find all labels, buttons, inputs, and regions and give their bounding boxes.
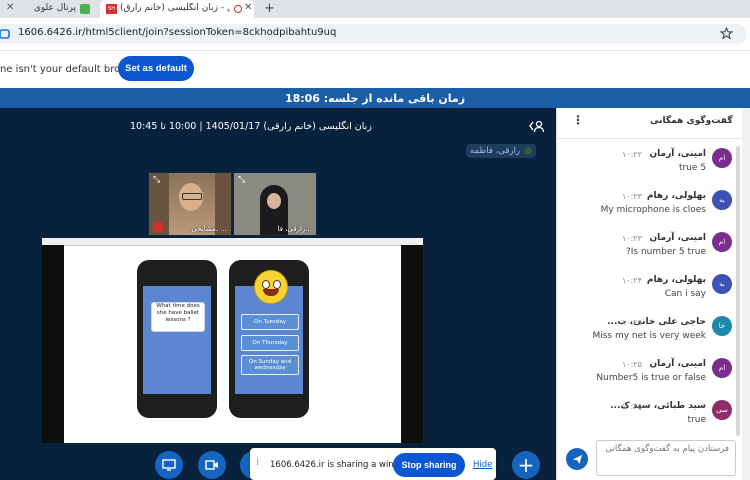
- message-time: ۱۰:۲۵: [622, 318, 642, 327]
- message-time: ۱۰:۲۵: [622, 402, 642, 411]
- session-timer-text: زمان باقی مانده از جلسه: 18:06: [284, 91, 466, 105]
- tab-title: پرتال علوی: [33, 3, 76, 13]
- user-list-toggle-icon[interactable]: [528, 119, 544, 133]
- message-time: ۱۰:۲۴: [622, 276, 642, 285]
- expand-video-icon[interactable]: ⤡: [238, 176, 245, 185]
- phone-screen: On Tuesday On Thursday On Sunday and wed…: [235, 270, 303, 394]
- slide-toolbar: [42, 238, 423, 246]
- message-text: ?Is number 5 true: [625, 247, 706, 257]
- avatar: ام: [712, 358, 732, 378]
- site-info-icon[interactable]: [0, 28, 12, 40]
- glasses-icon: [182, 193, 202, 200]
- smiley-icon: [254, 270, 288, 304]
- message-time: ۱۰:۲۳: [622, 192, 642, 201]
- message-time: ۱۰:۲۳: [622, 234, 642, 243]
- video-tile[interactable]: ⤡ رارقی، فا...: [233, 172, 317, 236]
- message-text: Miss my net is very week: [592, 331, 706, 341]
- set-as-default-button[interactable]: Set as default: [118, 56, 194, 81]
- hide-link[interactable]: Hide: [473, 460, 492, 470]
- speaker-name: رارقی، فاطمه: [470, 146, 521, 156]
- chat-message: ام امینی، آرمان ۱۰:۲۲ true 5: [560, 146, 738, 186]
- share-webcam-button[interactable]: [155, 451, 183, 479]
- send-message-button[interactable]: [566, 448, 588, 470]
- browser-tab-active[interactable]: SH علوی - زبان انگلیسی (خانم رارق) ✕: [100, 0, 254, 18]
- participant-face: [267, 193, 281, 209]
- monitor-icon: [162, 459, 176, 471]
- answer-option: On Thursday: [241, 335, 299, 351]
- sharing-message: 1606.6426.ir is sharing a window.: [270, 460, 414, 470]
- url-text[interactable]: 1606.6426.ir/html5client/join?sessionTok…: [18, 27, 336, 38]
- message-sender: بهلولی، رهام: [646, 191, 706, 201]
- talking-indicator: رارقی، فاطمه: [466, 144, 537, 158]
- chat-title: گفت‌وگوی همگانی: [650, 116, 733, 126]
- message-sender: امینی، آرمان: [649, 149, 706, 159]
- browser-tab[interactable]: پرتال علوی ✕: [6, 0, 98, 18]
- bookmark-star-icon[interactable]: [720, 27, 733, 40]
- expand-video-icon[interactable]: ⤡: [153, 176, 160, 185]
- answer-option: On Tuesday: [241, 314, 299, 330]
- chat-message: به بهلولی، رهام ۱۰:۲۳ My microphone is cloe…: [560, 188, 738, 228]
- microphone-icon: [524, 147, 533, 155]
- message-text: Can i say: [664, 289, 706, 299]
- message-text: true: [687, 415, 706, 425]
- answer-option: On Sunday and wednesday: [241, 355, 299, 375]
- recording-icon: [234, 5, 242, 13]
- message-time: ۱۰:۲۲: [622, 150, 642, 159]
- tab-favicon-icon: SH: [106, 4, 117, 14]
- page-scrollbar[interactable]: [742, 108, 750, 480]
- video-tile[interactable]: ⤡ مشایخی، ...: [148, 172, 232, 236]
- chevron-left-icon[interactable]: ‹: [728, 113, 733, 127]
- message-text: true 5: [678, 163, 706, 173]
- message-text: My microphone is cloes: [600, 205, 706, 215]
- chat-message: به بهلولی، رهام ۱۰:۲۴ Can i say: [560, 272, 738, 312]
- chat-message: ام امینی، آرمان ۱۰:۲۳ ?Is number 5 true: [560, 230, 738, 270]
- chat-options-icon[interactable]: ⋮: [572, 113, 584, 127]
- close-tab-icon[interactable]: ✕: [244, 2, 252, 13]
- chat-message: ام امینی، آرمان ۱۰:۲۵ Number5 is true or fa…: [560, 356, 738, 396]
- chat-message: حا حاجی علی خانی، ب... ۱۰:۲۵ Miss my net is…: [560, 314, 738, 354]
- send-icon: [572, 454, 582, 464]
- message-time: ۱۰:۲۵: [622, 360, 642, 369]
- stop-sharing-button[interactable]: Stop sharing: [393, 453, 465, 477]
- avatar: به: [712, 274, 732, 294]
- meeting-title: زبان انگلیسی (خانم رارقی) 1405/01/17 | 1…: [130, 121, 372, 132]
- message-sender: بهلولی، رهام: [646, 275, 706, 285]
- phone-illustration: On Tuesday On Thursday On Sunday and wed…: [229, 260, 309, 418]
- video-button[interactable]: [198, 451, 226, 479]
- new-tab-button[interactable]: +: [264, 1, 275, 16]
- chat-divider: [556, 138, 742, 139]
- slide-border-right: [401, 245, 423, 443]
- chat-scrollbar[interactable]: [736, 146, 740, 436]
- video-participant-name: رارقی، فا...: [277, 225, 312, 233]
- tab-favicon-icon: [80, 4, 90, 14]
- drag-handle-icon[interactable]: ⁞: [256, 457, 259, 468]
- chat-message: سی سید طبائی، سید ک... ۱۰:۲۵ true: [560, 398, 738, 438]
- slide-border-left: [42, 245, 64, 443]
- plus-icon: +: [517, 453, 535, 477]
- video-participant-name: مشایخی، ...: [191, 225, 227, 233]
- avatar: ام: [712, 148, 732, 168]
- tab-title: علوی - زبان انگلیسی (خانم رارق): [120, 3, 230, 13]
- question-bubble: What time does she have ballet lessons ?: [151, 302, 205, 332]
- phone-illustration: What time does she have ballet lessons ?: [137, 260, 217, 418]
- avatar: ام: [712, 232, 732, 252]
- avatar: سی: [712, 400, 732, 420]
- message-sender: امینی، آرمان: [649, 359, 706, 369]
- message-sender: امینی، آرمان: [649, 233, 706, 243]
- camera-icon: [205, 460, 218, 470]
- actions-plus-button[interactable]: +: [512, 451, 540, 479]
- chat-message-input[interactable]: [596, 440, 736, 476]
- phone-screen: What time does she have ballet lessons ?: [143, 286, 211, 394]
- avatar: به: [712, 190, 732, 210]
- close-tab-icon[interactable]: ✕: [6, 2, 14, 13]
- message-text: Number5 is true or false: [596, 373, 706, 383]
- avatar: حا: [712, 316, 732, 336]
- session-timer-bar: زمان باقی مانده از جلسه: 18:06: [0, 88, 750, 108]
